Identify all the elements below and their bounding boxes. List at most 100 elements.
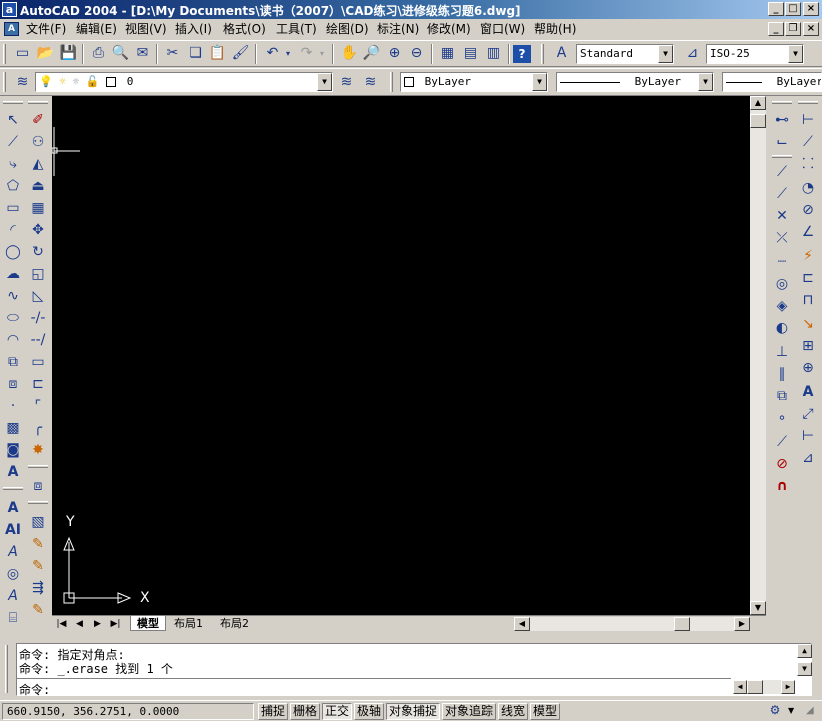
osnap-settings-icon[interactable]: ∩ — [771, 475, 793, 497]
chevron-down-icon[interactable]: ▼ — [658, 45, 673, 63]
menu-view[interactable]: 视图(V) — [125, 21, 167, 37]
snap-nearest-icon[interactable]: ⟋ — [771, 431, 793, 453]
lineweight-select[interactable]: ByLayer — [722, 72, 822, 92]
center-mark-icon[interactable]: ⊕ — [797, 357, 819, 379]
menu-draw[interactable]: 绘图(D) — [326, 21, 369, 37]
erase-icon[interactable]: ✐ — [27, 109, 49, 131]
doc-close-button[interactable]: × — [803, 22, 819, 36]
copy-icon[interactable]: ❏ — [185, 43, 206, 64]
publish-icon[interactable]: ✉ — [132, 43, 153, 64]
cut-icon[interactable]: ✂ — [162, 43, 183, 64]
redo-icon[interactable]: ↷ — [296, 43, 317, 64]
menu-dimension[interactable]: 标注(N) — [377, 21, 419, 37]
scroll-down-arrow-icon[interactable]: ▼ — [750, 601, 766, 615]
edit-text-icon[interactable]: A — [2, 541, 24, 563]
save-icon[interactable]: 💾 — [58, 43, 79, 64]
communication-center-icon[interactable]: ⚙ — [766, 703, 784, 719]
toolbar-grip[interactable] — [28, 501, 48, 504]
canvas-vertical-scrollbar[interactable]: ▲ ▼ — [750, 96, 766, 615]
find-replace-icon[interactable]: ◎ — [2, 563, 24, 585]
scroll-left-arrow-icon[interactable]: ◀ — [514, 617, 530, 631]
aligned-dimension-icon[interactable]: ⟋ — [797, 131, 819, 153]
layer-select[interactable]: 💡 ☼ ☼ 🔓 0 ▼ — [35, 72, 333, 92]
zoom-previous-icon[interactable]: ⊖ — [406, 43, 427, 64]
snap-intersection-icon[interactable]: ✕ — [771, 205, 793, 227]
menu-tools[interactable]: 工具(T) — [276, 21, 317, 37]
dim-style-icon[interactable]: ⊿ — [682, 43, 703, 64]
scroll-thumb[interactable] — [750, 114, 766, 128]
autocad-app-icon[interactable]: a — [2, 2, 17, 17]
menu-edit[interactable]: 编辑(E) — [76, 21, 117, 37]
command-horizontal-scrollbar[interactable]: ◀ ▶ — [733, 680, 795, 694]
scroll-up-arrow-icon[interactable]: ▲ — [750, 96, 766, 110]
command-scroll-left-icon[interactable]: ◀ — [733, 680, 747, 694]
minimize-button[interactable]: _ — [768, 2, 784, 16]
linear-dimension-icon[interactable]: ⊢ — [797, 109, 819, 131]
toolbar-grip[interactable] — [3, 101, 23, 104]
layer-previous-icon[interactable]: ≋ — [360, 72, 381, 93]
snap-endpoint-icon[interactable]: ⟋ — [771, 161, 793, 183]
menu-help[interactable]: 帮助(H) — [534, 21, 576, 37]
zoom-realtime-icon[interactable]: 🔎 — [361, 43, 382, 64]
edit-spline-icon[interactable]: ✎ — [27, 555, 49, 577]
hatch-icon[interactable]: ▩ — [2, 417, 24, 439]
chevron-down-icon[interactable]: ▼ — [698, 73, 713, 91]
snap-node-icon[interactable]: ∘ — [771, 407, 793, 429]
toolbar-grip[interactable] — [3, 44, 6, 64]
snap-parallel-icon[interactable]: ∥ — [771, 363, 793, 385]
snap-insert-icon[interactable]: ⧉ — [771, 385, 793, 407]
text-style-icon[interactable]: A — [551, 43, 572, 64]
extend-icon[interactable]: --/ — [27, 329, 49, 351]
break-icon[interactable]: ⊏ — [27, 373, 49, 395]
circle-icon[interactable]: ◯ — [2, 241, 24, 263]
toolbar-grip[interactable] — [3, 72, 6, 92]
polygon-icon[interactable]: ⬠ — [2, 175, 24, 197]
design-center-icon[interactable]: ▤ — [460, 43, 481, 64]
dimension-update-icon[interactable]: ⊢ — [797, 425, 819, 447]
array-icon[interactable]: ▦ — [27, 197, 49, 219]
text-style-select[interactable]: Standard ▼ — [576, 44, 674, 64]
tab-layout1[interactable]: 布局1 — [168, 616, 209, 631]
toolbar-grip[interactable] — [772, 155, 792, 158]
dim-style-select[interactable]: ISO-25 ▼ — [706, 44, 804, 64]
snap-midpoint-icon[interactable]: ⟋ — [771, 183, 793, 205]
chevron-down-icon[interactable]: ▼ — [788, 45, 803, 63]
fillet-icon[interactable]: ╭ — [27, 417, 49, 439]
grid-toggle[interactable]: 栅格 — [290, 703, 321, 720]
osnap-toggle[interactable]: 对象捕捉 — [386, 703, 441, 720]
coordinate-readout[interactable]: 660.9150, 356.2751, 0.0000 — [2, 703, 254, 720]
toolbar-grip[interactable] — [772, 101, 792, 104]
arc-icon[interactable]: ◜ — [2, 219, 24, 241]
command-scroll-thumb[interactable] — [747, 680, 763, 694]
toolbar-grip[interactable] — [28, 101, 48, 104]
edit-hatch-icon[interactable]: ▧ — [27, 511, 49, 533]
snap-toggle[interactable]: 捕捉 — [258, 703, 289, 720]
ortho-toggle[interactable]: 正交 — [322, 703, 353, 720]
properties-icon[interactable]: ▦ — [437, 43, 458, 64]
multiline-text-icon[interactable]: A — [2, 461, 24, 483]
close-button[interactable]: × — [803, 2, 819, 16]
copy-object-icon[interactable]: ⚇ — [27, 131, 49, 153]
edit-multiline-icon[interactable]: ⇶ — [27, 577, 49, 599]
offset-icon[interactable]: ⏏ — [27, 175, 49, 197]
edit-polyline-icon[interactable]: ✎ — [27, 533, 49, 555]
scroll-right-arrow-icon[interactable]: ▶ — [734, 617, 750, 631]
line-icon[interactable]: ↖ — [2, 109, 24, 131]
toolbar-grip[interactable] — [3, 487, 23, 490]
command-prompt[interactable]: 命令: — [19, 681, 50, 698]
move-icon[interactable]: ✥ — [27, 219, 49, 241]
menu-modify[interactable]: 修改(M) — [427, 21, 471, 37]
snap-extension-icon[interactable]: ┈ — [771, 251, 793, 273]
menu-file[interactable]: 文件(F) — [26, 21, 66, 37]
ellipse-icon[interactable]: ⬭ — [2, 307, 24, 329]
mirror-icon[interactable]: ◭ — [27, 153, 49, 175]
command-scroll-right-icon[interactable]: ▶ — [781, 680, 795, 694]
document-icon[interactable]: A — [4, 22, 19, 36]
next-tab-icon[interactable]: ▶ — [90, 617, 105, 631]
spline-icon[interactable]: ∿ — [2, 285, 24, 307]
tab-layout2[interactable]: 布局2 — [214, 616, 255, 631]
construction-line-icon[interactable]: ⟋ — [2, 131, 24, 153]
dimension-style-icon[interactable]: ⊿ — [797, 447, 819, 469]
scale-text-icon[interactable]: ⌸ — [2, 607, 24, 629]
make-object-layer-current-icon[interactable]: ≋ — [336, 72, 357, 93]
